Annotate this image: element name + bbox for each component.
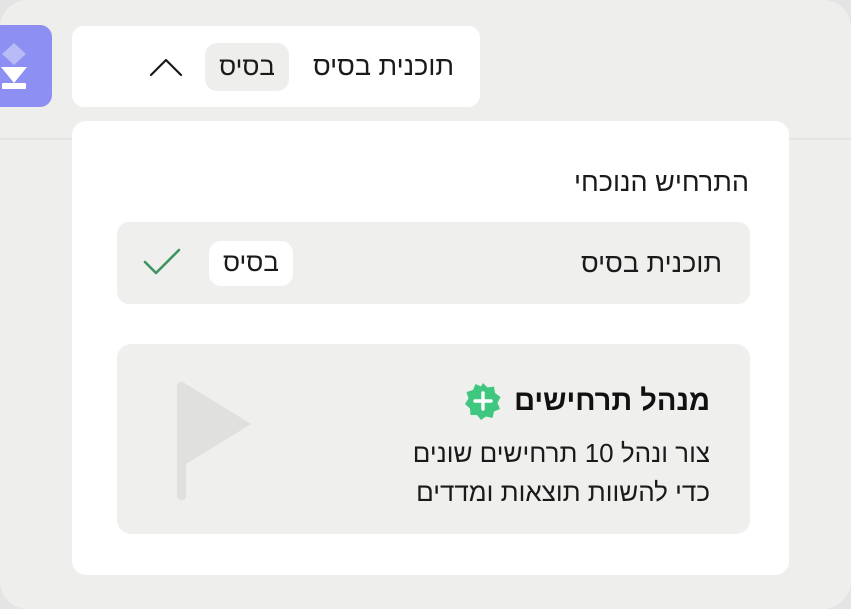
scenario-option[interactable]: תוכנית בסיס בסיס: [117, 222, 750, 304]
promo-content: מנהל תרחישים צור ונהל 10 תרחישים שונים כ…: [413, 382, 710, 512]
selector-title: תוכנית בסיס: [312, 51, 454, 81]
promo-heading: מנהל תרחישים: [413, 382, 710, 420]
promo-title: מנהל תרחישים: [514, 384, 710, 417]
flag-icon: [175, 380, 255, 509]
chevron-up-icon[interactable]: [149, 57, 183, 77]
app-logo[interactable]: [0, 25, 52, 107]
scenario-option-title: תוכנית בסיס: [580, 247, 722, 278]
promo-line-1: צור ונהל 10 תרחישים שונים: [412, 438, 710, 468]
scenario-dropdown: התרחיש הנוכחי תוכנית בסיס בסיס מנהל תרחי…: [72, 121, 789, 575]
promo-line-2: כדי להשוות תוצאות ומדדים: [416, 477, 710, 507]
scenario-selector[interactable]: תוכנית בסיס בסיס: [72, 26, 480, 107]
scenario-badge: בסיס: [205, 42, 289, 91]
scenario-option-badge: בסיס: [209, 241, 293, 286]
section-label: התרחיש הנוכחי: [574, 167, 749, 197]
scenario-manager-promo[interactable]: מנהל תרחישים צור ונהל 10 תרחישים שונים כ…: [117, 344, 750, 534]
logo-icon: [1, 43, 27, 89]
plus-badge-icon: [464, 382, 502, 420]
app-frame: תוכנית בסיס בסיס התרחיש הנוכחי תוכנית בס…: [0, 0, 851, 609]
check-icon: [143, 248, 181, 281]
